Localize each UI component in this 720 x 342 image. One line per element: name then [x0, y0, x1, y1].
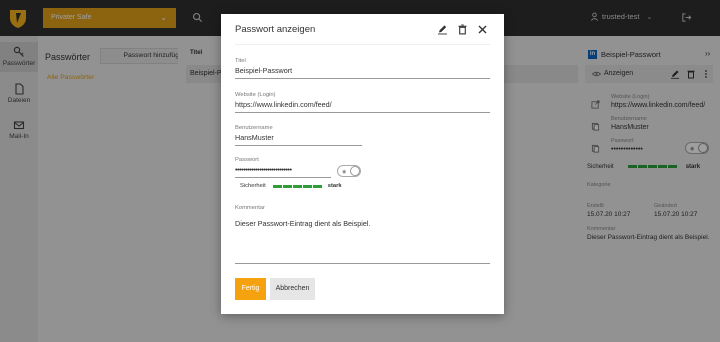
dialog-title: Passwort anzeigen: [235, 24, 316, 35]
password-strength: Sicherheit stark: [240, 183, 342, 189]
website-field-label: Website (Login): [235, 92, 276, 98]
strength-label: Sicherheit: [240, 183, 266, 189]
website-field[interactable]: Website (Login) https://www.linkedin.com…: [235, 92, 490, 113]
username-field[interactable]: Benutzername HansMuster: [235, 125, 362, 146]
trash-icon[interactable]: [457, 24, 468, 35]
eye-icon: ◉: [342, 169, 347, 175]
dialog-divider: [235, 44, 490, 45]
comment-field[interactable]: Kommentar Dieser Passwort-Eintrag dient …: [235, 205, 370, 228]
comment-underline: [235, 263, 490, 264]
username-field-label: Benutzername: [235, 125, 273, 131]
password-field[interactable]: Passwort •••••••••••••••••••••••••••• ◉: [235, 157, 490, 197]
password-visibility-toggle[interactable]: ◉: [337, 165, 361, 177]
password-field-value: ••••••••••••••••••••••••••••: [235, 165, 292, 174]
strength-meter: [272, 184, 323, 188]
username-field-value: HansMuster: [235, 133, 274, 142]
website-field-value: https://www.linkedin.com/feed/: [235, 100, 332, 109]
close-icon[interactable]: [477, 24, 488, 35]
done-button[interactable]: Fertig: [235, 278, 266, 300]
strength-value: stark: [327, 183, 342, 189]
comment-field-label: Kommentar: [235, 205, 265, 211]
comment-field-value: Dieser Passwort-Eintrag dient als Beispi…: [235, 219, 371, 228]
edit-icon[interactable]: [437, 24, 448, 35]
title-field-value: Beispiel-Passwort: [235, 66, 293, 75]
password-field-label: Passwort: [235, 157, 259, 163]
title-field[interactable]: Titel Beispiel-Passwort: [235, 58, 490, 79]
title-field-label: Titel: [235, 58, 246, 64]
cancel-button[interactable]: Abbrechen: [270, 278, 315, 300]
show-password-dialog: Passwort anzeigen Titel Beispiel-Passwor…: [221, 14, 504, 314]
